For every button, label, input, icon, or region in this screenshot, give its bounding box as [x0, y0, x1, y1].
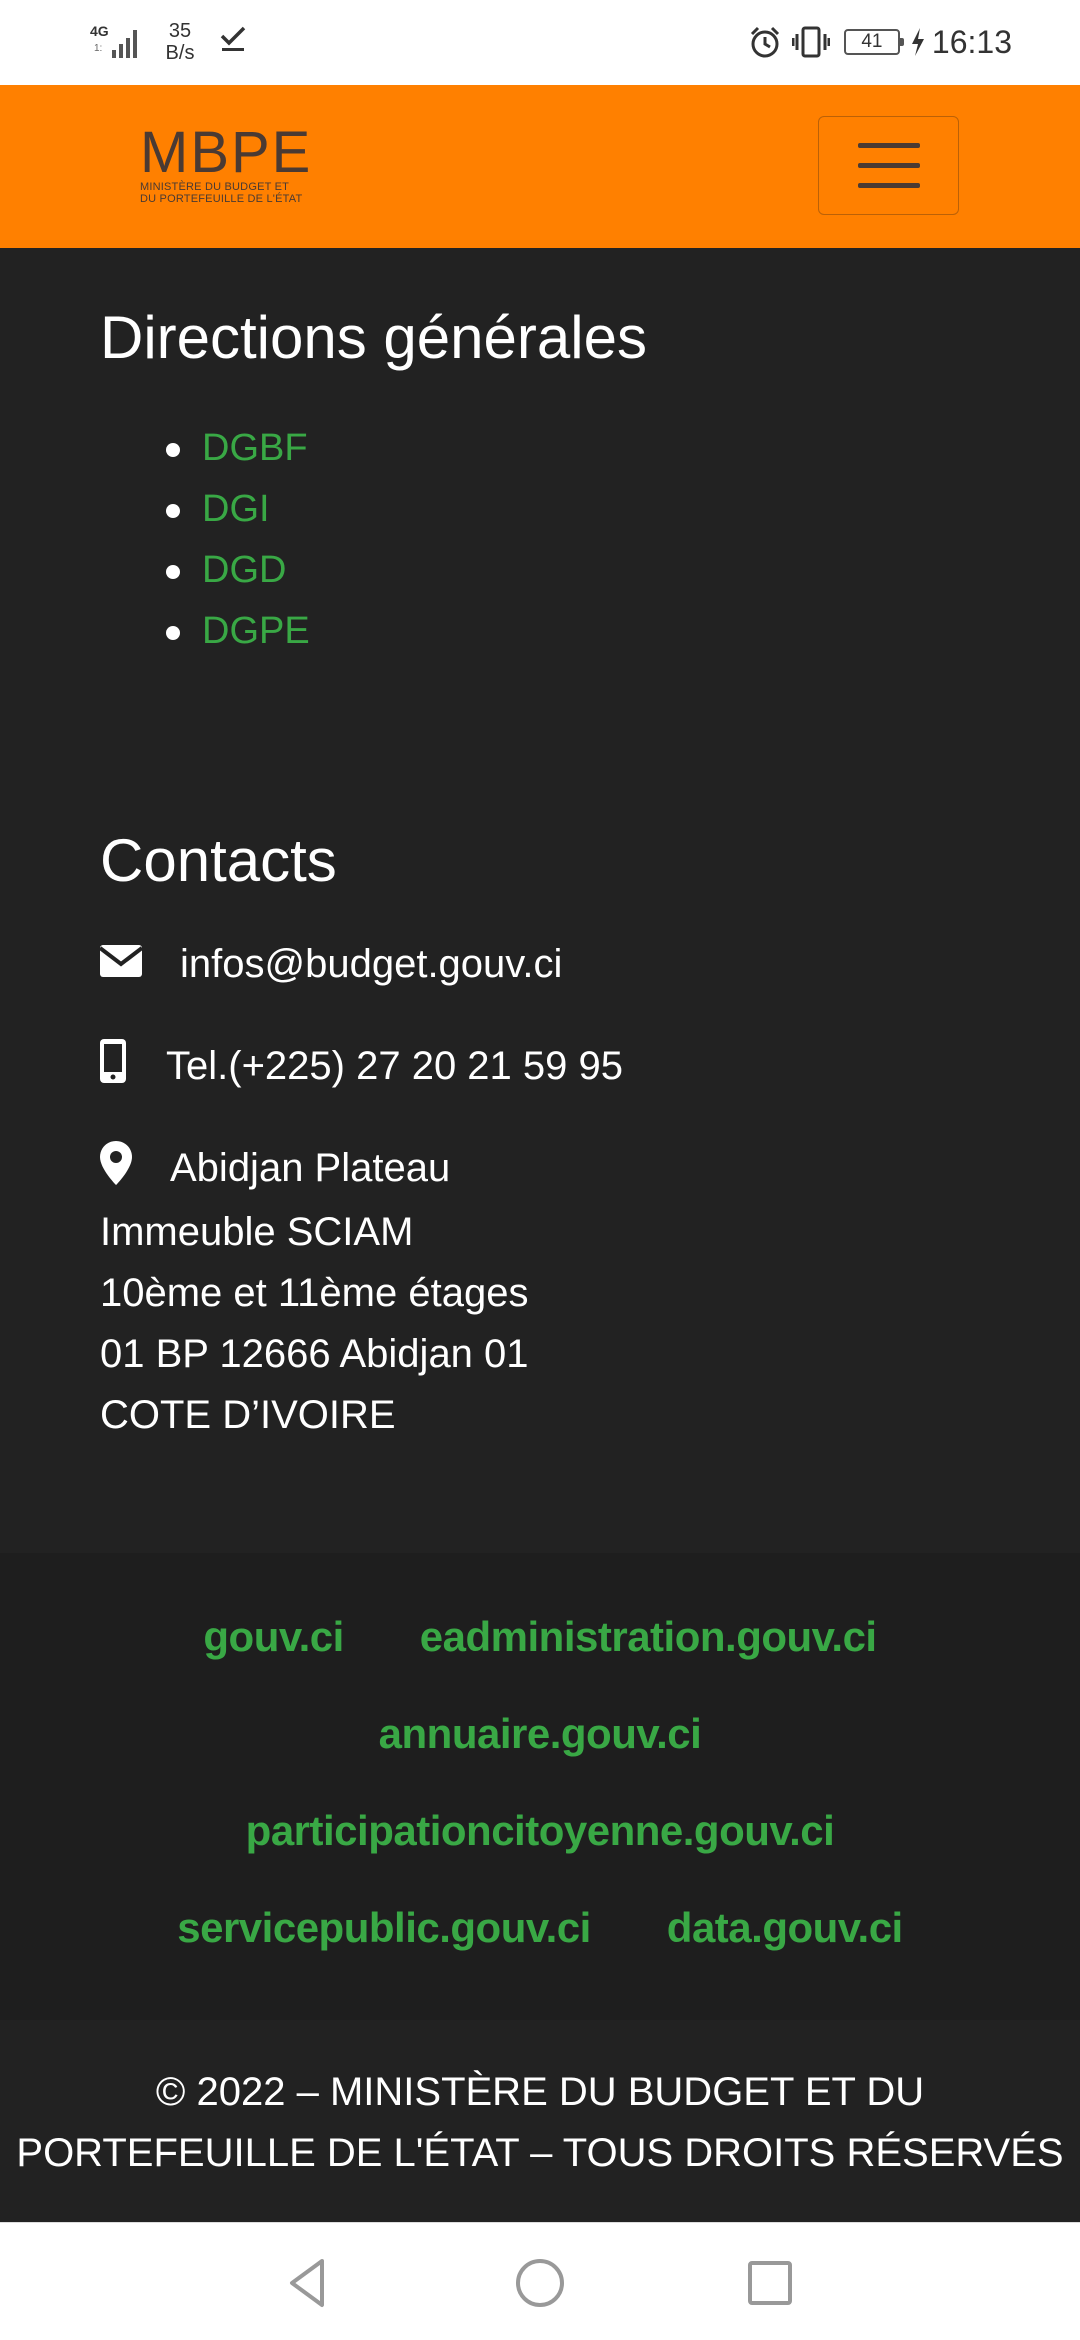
direction-link-dgbf[interactable]: DGBF [202, 427, 308, 469]
contact-email: infos@budget.gouv.ci [98, 936, 562, 992]
email-address[interactable]: infos@budget.gouv.ci [180, 942, 562, 987]
directions-list: DGBF DGI DGD DGPE [100, 418, 310, 662]
links-row: servicepublic.gouv.ci data.gouv.ci [0, 1904, 1080, 1952]
site-header: MBPE MINISTÈRE DU BUDGET ET DU PORTEFEUI… [0, 85, 1080, 248]
signal-icon: 4G 1: [90, 20, 146, 64]
charging-icon [910, 27, 926, 57]
list-item: DGBF [100, 418, 310, 479]
logo-subtitle-line1: MINISTÈRE DU BUDGET ET [140, 181, 290, 193]
address-block: Immeuble SCIAM 10ème et 11ème étages 01 … [100, 1202, 529, 1446]
direction-link-dgd[interactable]: DGD [202, 549, 286, 591]
mobile-phone-icon [100, 1039, 166, 1093]
hamburger-bar [857, 143, 920, 148]
back-triangle-icon[interactable] [278, 2253, 338, 2313]
address-line: 10ème et 11ème étages [100, 1271, 529, 1315]
copyright-line1: © 2022 – MINISTÈRE DU BUDGET ET DU [155, 2070, 925, 2114]
address-line: 01 BP 12666 Abidjan 01 [100, 1332, 529, 1376]
status-right: 41 16:13 [748, 20, 1012, 64]
main-content: Directions générales DGBF DGI DGD DGPE C… [0, 248, 1080, 1553]
logo-subtitle-line2: DU PORTEFEUILLE DE L'ÉTAT [140, 193, 303, 205]
network-speed: 35 B/s [160, 20, 200, 64]
recent-square-icon[interactable] [740, 2253, 800, 2313]
link-data[interactable]: data.gouv.ci [667, 1904, 903, 1952]
speed-value: 35 [168, 20, 192, 42]
site-logo[interactable]: MBPE MINISTÈRE DU BUDGET ET DU PORTEFEUI… [140, 120, 362, 207]
link-participationcitoyenne[interactable]: participationcitoyenne.gouv.ci [246, 1807, 835, 1855]
link-gouv[interactable]: gouv.ci [203, 1613, 344, 1661]
direction-link-dgpe[interactable]: DGPE [202, 610, 310, 652]
contacts-title: Contacts [100, 827, 337, 894]
status-left: 4G 1: 35 B/s [90, 20, 248, 64]
battery-icon: 41 [843, 29, 904, 55]
address-first-line: Abidjan Plateau [170, 1145, 451, 1190]
vibrate-icon [791, 25, 830, 59]
hamburger-bar [857, 163, 920, 168]
system-nav-bar [0, 2222, 1080, 2340]
link-annuaire[interactable]: annuaire.gouv.ci [379, 1710, 702, 1758]
network-type: 4G [90, 23, 109, 39]
phone-number[interactable]: Tel.(+225) 27 20 21 59 95 [166, 1044, 623, 1089]
copyright-line2: PORTEFEUILLE DE L'ÉTAT – TOUS DROITS RÉS… [16, 2131, 1064, 2175]
speed-unit: B/s [165, 42, 195, 64]
envelope-icon [98, 942, 180, 987]
list-item: DGPE [100, 601, 310, 662]
clock-time: 16:13 [931, 23, 1012, 60]
link-servicepublic[interactable]: servicepublic.gouv.ci [177, 1904, 591, 1952]
home-circle-icon[interactable] [510, 2253, 570, 2313]
logo-mark: MBPE [140, 120, 313, 185]
link-eadministration[interactable]: eadministration.gouv.ci [420, 1613, 877, 1661]
copyright: © 2022 – MINISTÈRE DU BUDGET ET DU PORTE… [0, 2020, 1080, 2222]
address-line: Immeuble SCIAM [100, 1210, 414, 1254]
status-bar: 4G 1: 35 B/s 41 16:13 [0, 0, 1080, 85]
signal-bars-icon [112, 30, 137, 58]
list-item: DGD [100, 540, 310, 601]
network-sub: 1: [94, 43, 103, 54]
download-done-icon [218, 23, 248, 61]
alarm-icon [748, 25, 782, 59]
map-marker-icon [100, 1141, 170, 1195]
links-row: gouv.ci eadministration.gouv.ci [0, 1613, 1080, 1661]
directions-title: Directions générales [100, 304, 647, 371]
contact-phone: Tel.(+225) 27 20 21 59 95 [100, 1038, 623, 1094]
address-line: COTE D’IVOIRE [100, 1393, 396, 1437]
links-row: annuaire.gouv.ci [0, 1710, 1080, 1758]
direction-link-dgi[interactable]: DGI [202, 488, 270, 530]
government-links: gouv.ci eadministration.gouv.ci annuaire… [0, 1553, 1080, 2020]
list-item: DGI [100, 479, 310, 540]
hamburger-icon[interactable] [818, 116, 959, 215]
links-row: participationcitoyenne.gouv.ci [0, 1807, 1080, 1855]
hamburger-bar [857, 183, 920, 188]
contact-address: Abidjan Plateau [100, 1140, 450, 1196]
